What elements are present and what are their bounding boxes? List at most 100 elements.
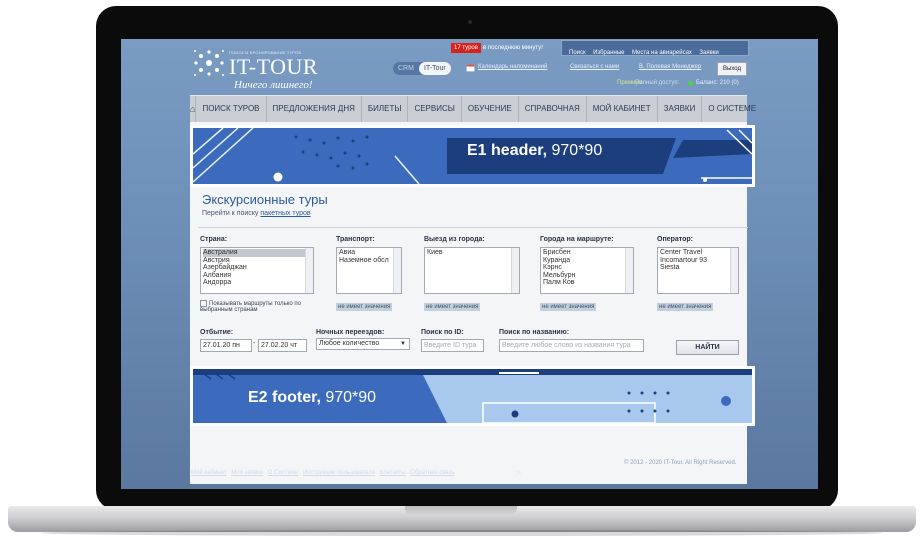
list-item[interactable]: Наземное обсл: [339, 257, 399, 265]
list-item[interactable]: Center Travel: [660, 249, 736, 257]
ittour-label[interactable]: IT-Tour: [418, 62, 451, 75]
header-banner-bold: E1 header,: [467, 142, 548, 159]
list-item[interactable]: Палм Ков: [543, 279, 631, 287]
arrow-up-right-icon[interactable]: [512, 470, 521, 479]
footer-banner-size: 970*90: [325, 389, 377, 406]
transport-list[interactable]: Авиа Наземное обсл: [336, 247, 402, 294]
list-item[interactable]: Siesta: [660, 264, 736, 272]
list-item[interactable]: Андорра: [203, 279, 311, 287]
logo-dots-icon: [194, 50, 224, 76]
contact-link[interactable]: Связаться с нами: [570, 64, 619, 70]
list-item[interactable]: Киев: [427, 249, 517, 257]
id-search-label: Поиск по ID:: [421, 329, 464, 336]
footer-link-instructions[interactable]: Инструкции пользователя: [303, 470, 375, 476]
nav-orders[interactable]: ЗАЯВКИ: [656, 96, 702, 122]
only-selected-label: Показывать маршруты только по выбранным …: [200, 301, 302, 314]
footer-banner-text: E2 footer, 970*90: [248, 389, 376, 407]
logo-slogan: Ничего лишнего!: [234, 79, 313, 91]
nights-value: Любое количество: [319, 340, 380, 347]
footer-link-cabinet[interactable]: Мой кабинет: [191, 470, 227, 476]
id-search-input[interactable]: Введите ID тура: [421, 339, 484, 352]
nav-search-tours[interactable]: ПОИСК ТУРОВ: [195, 96, 265, 122]
logo-title[interactable]: IT-TOUR: [229, 54, 318, 80]
topnav-orders[interactable]: Заявки: [699, 50, 718, 56]
footer-banner[interactable]: E2 footer, 970*90: [190, 366, 755, 426]
subtitle-text: Перейти к поиску: [202, 210, 259, 217]
status-dot-icon: [688, 81, 693, 86]
date-to-input[interactable]: 27.02.20 чт: [258, 339, 307, 352]
scrollbar[interactable]: [305, 248, 313, 293]
list-item[interactable]: Incomartour 93: [660, 257, 736, 265]
date-separator: -: [253, 340, 256, 347]
list-item[interactable]: Австрия: [203, 257, 311, 265]
copyright: © 2012 - 2020 IT-Tour. All Right Reserve…: [624, 460, 737, 466]
scrollbar[interactable]: [393, 248, 401, 293]
footer-link-about[interactable]: О Системе: [268, 470, 299, 476]
departure-date-label: Отбытие:: [200, 329, 234, 336]
topnav-flight-seats[interactable]: Места на авиарейсах: [632, 50, 692, 56]
calendar-link[interactable]: Календарь напоминаний: [478, 64, 547, 70]
nav-cabinet[interactable]: МОЙ КАБИНЕТ: [585, 96, 657, 122]
page-title: Экскурсионные туры: [202, 192, 328, 207]
crm-switch[interactable]: CRM IT-Tour: [393, 62, 451, 75]
list-item[interactable]: Брисбен: [543, 249, 631, 257]
list-item[interactable]: Кэрнс: [543, 264, 631, 272]
nights-select[interactable]: Любое количество ▼: [316, 338, 410, 350]
top-navigation: Поиск Избранные Места на авиарейсах Заяв…: [561, 40, 749, 56]
scrollbar[interactable]: [625, 248, 633, 293]
nav-reference[interactable]: СПРАВОЧНАЯ: [517, 96, 586, 122]
name-search-input[interactable]: Введите любое слово из названия тура: [499, 339, 644, 352]
name-search-label: Поиск по названию:: [499, 329, 570, 336]
full-access-label: Полный доступ:: [635, 80, 680, 86]
transport-label: Транспорт:: [336, 236, 375, 243]
nav-tickets[interactable]: БИЛЕТЫ: [360, 96, 408, 122]
cities-no-value: не имеет значения: [540, 303, 597, 311]
only-selected-countries-row[interactable]: Показывать маршруты только по выбранным …: [200, 300, 320, 313]
camera-icon: [468, 20, 472, 24]
header-banner-text: E1 header, 970*90: [467, 142, 602, 160]
only-selected-checkbox[interactable]: [200, 300, 207, 307]
departure-list[interactable]: Киев: [424, 247, 520, 294]
footer-link-feedback[interactable]: Обратная связь: [410, 470, 454, 476]
list-item[interactable]: Авиа: [339, 249, 399, 257]
filters-divider: [198, 227, 748, 228]
list-item[interactable]: Мельбурн: [543, 272, 631, 280]
header-banner[interactable]: E1 header, 970*90: [190, 125, 755, 187]
list-item[interactable]: Албания: [203, 272, 311, 280]
topnav-search[interactable]: Поиск: [569, 50, 586, 56]
operator-list[interactable]: Center Travel Incomartour 93 Siesta: [657, 247, 739, 294]
cities-list[interactable]: Брисбен Куранда Кэрнс Мельбурн Палм Ков: [540, 247, 634, 294]
footer-link-contacts[interactable]: Контакты: [380, 470, 406, 476]
footer-links: Мой кабинет Мои заявки О Системе Инструк…: [191, 470, 458, 476]
package-tours-link[interactable]: пакетных туров: [260, 210, 310, 217]
nav-services[interactable]: СЕРВИСЫ: [407, 96, 460, 122]
cities-label: Города на маршруте:: [540, 236, 614, 243]
hot-tours-text[interactable]: в последнюю минуту!: [483, 43, 543, 53]
country-list[interactable]: Австралия Австрия Азербайджан Албания Ан…: [200, 247, 314, 294]
user-link[interactable]: В. Полевая Менеджер: [639, 64, 701, 70]
hot-tours-badge[interactable]: 17 туров: [451, 43, 481, 53]
list-item[interactable]: Азербайджан: [203, 264, 311, 272]
footer-banner-bold: E2 footer,: [248, 389, 321, 406]
transport-no-value: не имеет значения: [336, 303, 393, 311]
nav-about[interactable]: О СИСТЕМЕ: [701, 96, 762, 122]
footer-link-orders[interactable]: Мои заявки: [231, 470, 263, 476]
nav-offers[interactable]: ПРЕДЛОЖЕНИЯ ДНЯ: [265, 96, 361, 122]
find-button[interactable]: НАЙТИ: [676, 340, 739, 355]
operator-no-value: не имеет значения: [657, 303, 714, 311]
nav-training[interactable]: ОБУЧЕНИЕ: [460, 96, 518, 122]
crm-label[interactable]: CRM: [393, 65, 419, 72]
dropdown-arrow-icon: ▼: [400, 341, 406, 347]
list-item[interactable]: Куранда: [543, 257, 631, 265]
scrollbar[interactable]: [511, 248, 519, 293]
exit-button[interactable]: Выход: [717, 62, 747, 76]
laptop-shadow: [40, 530, 884, 536]
nights-label: Ночных переездов:: [316, 329, 385, 336]
laptop-screen: ПОИСК И БРОНИРОВАНИЕ ТУРОВ IT-TOUR Ничег…: [121, 39, 818, 489]
topnav-favorites[interactable]: Избранные: [593, 50, 624, 56]
list-item[interactable]: Австралия: [203, 249, 311, 257]
date-from-input[interactable]: 27.01.20 пн: [200, 339, 252, 352]
scrollbar[interactable]: [730, 248, 738, 293]
departure-label: Выезд из города:: [424, 236, 485, 243]
calendar-icon: [466, 64, 475, 72]
